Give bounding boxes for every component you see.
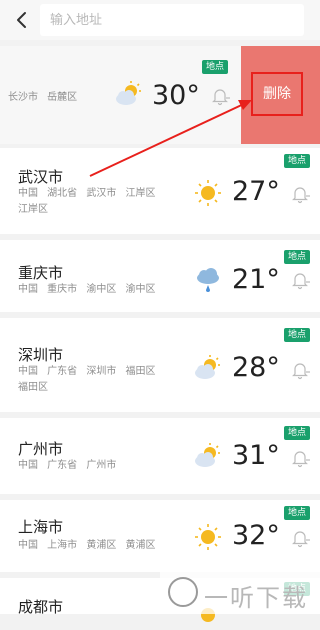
city-path: 中国 上海市 黄浦区 黄浦区 bbox=[18, 540, 156, 551]
city-name: 广州市 bbox=[18, 440, 64, 458]
delete-button[interactable]: 删除 bbox=[251, 72, 303, 116]
city-name: 上海市 bbox=[18, 518, 64, 536]
temperature: 21° bbox=[232, 264, 280, 295]
city-path: 中国 广东省 深圳市 福田区 福田区 bbox=[18, 366, 156, 393]
bell-add-icon[interactable] bbox=[290, 528, 310, 548]
location-badge: 地点 bbox=[202, 60, 228, 74]
city-row[interactable]: 地点 武汉市 中国 湖北省 武汉市 江岸区 江岸区 27° bbox=[0, 148, 320, 234]
city-row[interactable]: 地点 重庆市 中国 重庆市 渝中区 渝中区 21° bbox=[0, 240, 320, 312]
city-name: 重庆市 bbox=[18, 264, 64, 282]
partly-cloudy-icon bbox=[195, 355, 220, 379]
city-path: 中国 广东省 广州市 bbox=[18, 460, 117, 471]
search-input[interactable] bbox=[50, 4, 294, 36]
temperature: 27° bbox=[232, 176, 280, 207]
partly-cloudy-icon bbox=[116, 81, 141, 105]
sun-icon bbox=[195, 180, 221, 206]
city-path: 中国 湖北省 武汉市 江岸区 江岸区 bbox=[18, 188, 156, 215]
chevron-left-icon bbox=[17, 12, 26, 28]
location-badge: 地点 bbox=[284, 328, 310, 342]
rain-icon bbox=[197, 268, 219, 292]
partly-cloudy-icon bbox=[195, 443, 220, 467]
city-row[interactable]: 地点 上海市 中国 上海市 黄浦区 黄浦区 32° bbox=[0, 500, 320, 572]
city-name: 武汉市 bbox=[18, 168, 64, 186]
temperature: 31° bbox=[232, 440, 280, 471]
search-box[interactable] bbox=[40, 4, 304, 36]
location-badge: 地点 bbox=[284, 506, 310, 520]
bell-add-icon[interactable] bbox=[290, 270, 310, 290]
bell-add-icon[interactable] bbox=[290, 184, 310, 204]
back-button[interactable] bbox=[8, 6, 36, 34]
location-badge: 地点 bbox=[284, 426, 310, 440]
bell-add-icon[interactable] bbox=[290, 448, 310, 468]
location-badge: 地点 bbox=[284, 154, 310, 168]
temperature: 28° bbox=[232, 352, 280, 383]
watermark-text: 一听下载 bbox=[204, 584, 308, 612]
temperature: 30° bbox=[152, 80, 200, 111]
city-row[interactable]: 地点 广州市 中国 广东省 广州市 31° bbox=[0, 418, 320, 494]
watermark: 一听下载 bbox=[160, 572, 320, 614]
location-badge: 地点 bbox=[284, 250, 310, 264]
delete-action[interactable]: 删除 bbox=[241, 46, 320, 144]
bell-add-icon[interactable] bbox=[210, 86, 230, 106]
city-name: 深圳市 bbox=[18, 346, 64, 364]
bell-add-icon[interactable] bbox=[290, 360, 310, 380]
city-row[interactable]: 地点 深圳市 中国 广东省 深圳市 福田区 福田区 28° bbox=[0, 318, 320, 412]
sun-icon bbox=[195, 524, 221, 550]
city-path: 中国 重庆市 渝中区 渝中区 bbox=[18, 284, 156, 295]
top-bar bbox=[0, 0, 320, 40]
city-path: 长沙市 岳麓区 bbox=[8, 92, 78, 103]
watermark-logo-icon bbox=[168, 577, 198, 607]
temperature: 32° bbox=[232, 520, 280, 551]
